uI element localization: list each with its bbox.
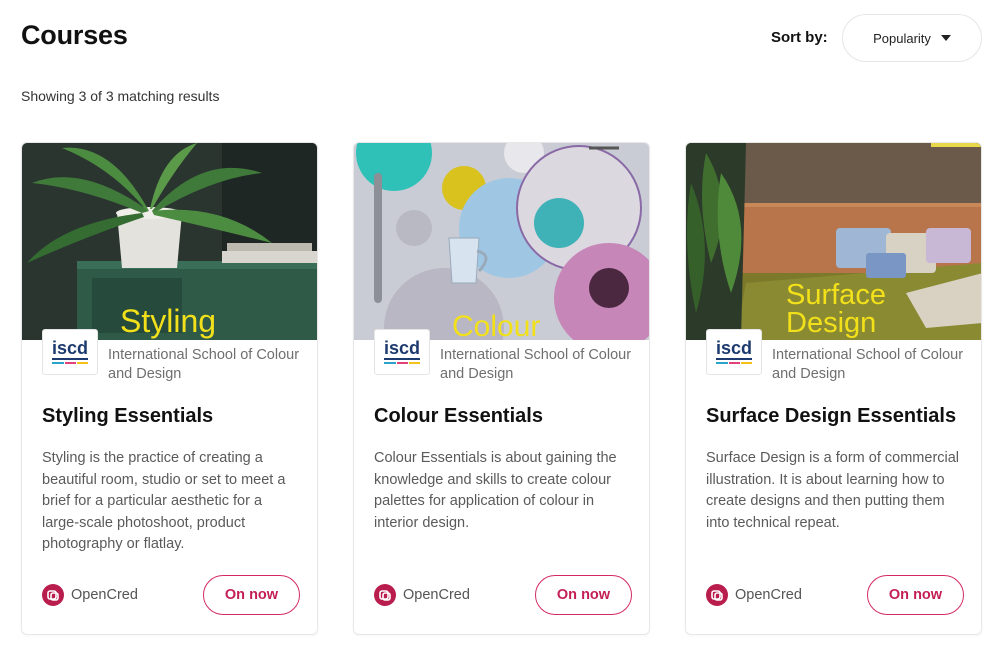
provider-name: OpenCred	[403, 587, 470, 603]
on-now-button[interactable]: On now	[203, 575, 300, 615]
institution-name: International School of Colour and Desig…	[440, 347, 632, 382]
on-now-button[interactable]: On now	[867, 575, 964, 615]
caret-down-icon	[940, 35, 951, 41]
logo-text: iscd	[52, 338, 88, 358]
logo-text: iscd	[716, 338, 752, 358]
provider-name: OpenCred	[71, 587, 138, 603]
course-description: Surface Design is a form of commercial i…	[706, 450, 960, 531]
image-caption: Styling	[120, 303, 217, 339]
course-description: Colour Essentials is about gaining the k…	[374, 450, 617, 531]
course-image[interactable]: Colour	[354, 143, 649, 340]
opencred-icon	[374, 584, 396, 606]
institution-logo: iscd	[42, 329, 98, 375]
institution-logo: iscd	[374, 329, 430, 375]
on-now-button[interactable]: On now	[535, 575, 632, 615]
institution-name: International School of Colour and Desig…	[108, 347, 300, 382]
institution-logo: iscd	[706, 329, 762, 375]
sort-dropdown[interactable]: Popularity	[842, 14, 982, 62]
provider: OpenCred	[42, 584, 138, 606]
results-count: Showing 3 of 3 matching results	[21, 88, 220, 104]
course-title[interactable]: Surface Design Essentials	[706, 405, 956, 428]
course-image[interactable]: Styling	[22, 143, 317, 340]
course-title[interactable]: Styling Essentials	[42, 405, 213, 428]
course-title[interactable]: Colour Essentials	[374, 405, 543, 428]
course-image[interactable]: Surface Design	[686, 143, 981, 340]
image-caption: Surface Design	[786, 279, 886, 339]
provider-name: OpenCred	[735, 587, 802, 603]
opencred-icon	[706, 584, 728, 606]
page-title: Courses	[21, 20, 128, 50]
institution-name: International School of Colour and Desig…	[772, 347, 964, 382]
opencred-icon	[42, 584, 64, 606]
logo-text: iscd	[384, 338, 420, 358]
provider: OpenCred	[706, 584, 802, 606]
sort-label: Sort by:	[771, 29, 828, 46]
course-card-surface-design[interactable]: Surface Design iscd International School…	[685, 142, 982, 635]
course-card-colour[interactable]: Colour iscd International School of Colo…	[353, 142, 650, 635]
course-description: Styling is the practice of creating a be…	[42, 450, 286, 552]
course-card-styling[interactable]: Styling iscd International School of Col…	[21, 142, 318, 635]
provider: OpenCred	[374, 584, 470, 606]
sort-value: Popularity	[873, 30, 931, 46]
image-caption: Colour	[452, 310, 541, 340]
